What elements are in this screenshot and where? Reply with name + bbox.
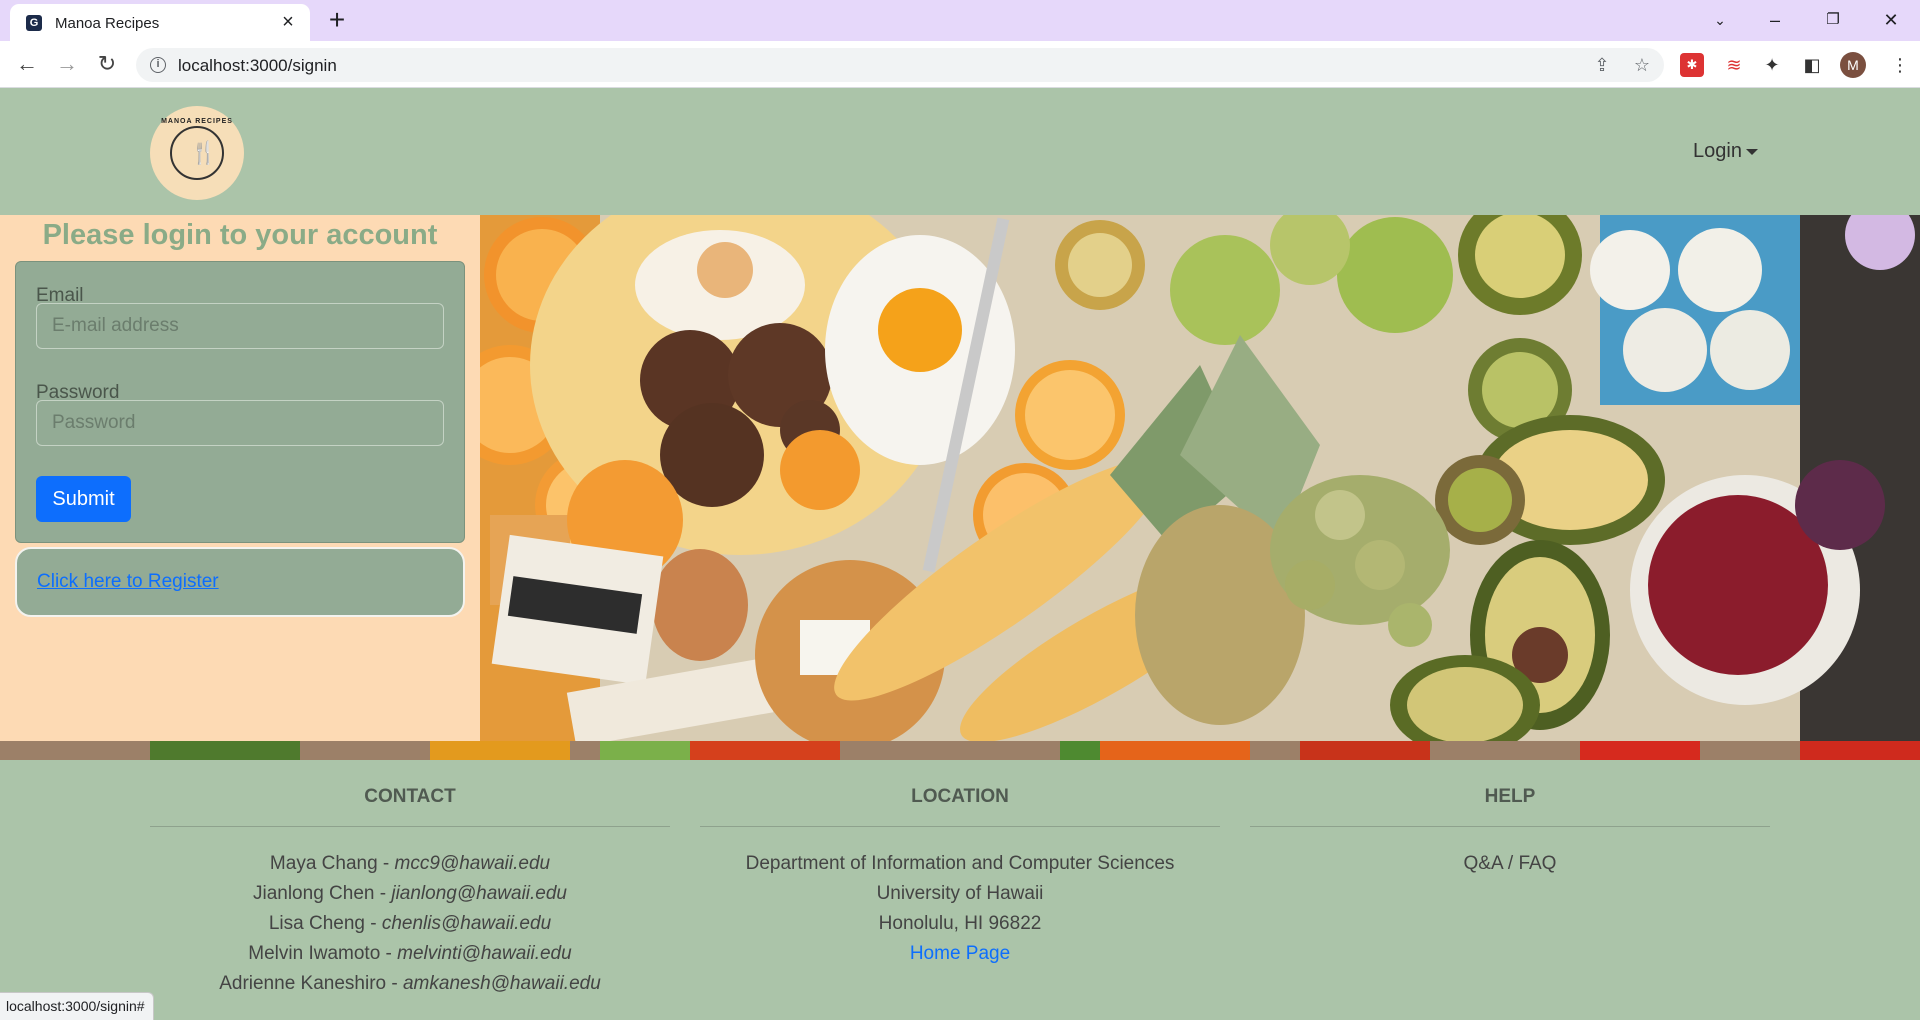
footer-contact: CONTACT Maya Chang - mcc9@hawaii.edu Jia… (150, 760, 670, 999)
contact-line: Lisa Cheng - chenlis@hawaii.edu (150, 909, 670, 939)
contact-email: melvinti@hawaii.edu (397, 943, 572, 964)
contact-name: Maya Chang - (269, 853, 395, 874)
location-line: Department of Information and Computer S… (745, 853, 1175, 874)
contact-email: amkanesh@hawaii.edu (402, 973, 601, 994)
divider (700, 826, 1220, 827)
site-favicon-icon: G (26, 15, 42, 31)
footer-location-heading: LOCATION (911, 786, 1009, 807)
contact-line: Jianlong Chen - jianlong@hawaii.edu (150, 879, 670, 909)
reload-icon[interactable]: ↻ (92, 49, 122, 79)
back-arrow-icon[interactable]: ← (12, 49, 42, 79)
contact-name: Adrienne Kaneshiro - (219, 973, 403, 994)
contact-email: chenlis@hawaii.edu (381, 913, 552, 934)
contact-name: Melvin Iwamoto - (248, 943, 398, 964)
extension-icon[interactable]: ✱ (1680, 53, 1704, 77)
site-logo[interactable]: MANOA RECIPES 🍴 (150, 106, 244, 200)
new-tab-button[interactable]: + (322, 6, 352, 36)
login-panel: Please login to your account Email E-mai… (0, 215, 480, 741)
restore-button[interactable]: ❐ (1815, 5, 1851, 35)
food-illustration (480, 215, 1920, 741)
minimize-button[interactable]: – (1757, 5, 1793, 35)
footer-contact-heading: CONTACT (364, 786, 456, 807)
caret-down-icon (1745, 148, 1758, 155)
vegetable-strip-image (0, 741, 1920, 760)
close-tab-icon[interactable]: × (276, 10, 300, 34)
logo-text: MANOA RECIPES (161, 118, 233, 125)
address-bar[interactable]: i localhost:3000/signin ⇪ ☆ (136, 48, 1664, 82)
contact-name: Jianlong Chen - (252, 883, 392, 904)
location-line: University of Hawaii (876, 883, 1044, 904)
login-dropdown[interactable]: Login (1693, 140, 1758, 163)
submit-button[interactable]: Submit (36, 476, 131, 522)
login-dropdown-label: Login (1693, 140, 1742, 162)
footer-help: HELP Q&A / FAQ (1250, 760, 1770, 879)
logo-emblem: 🍴 (170, 126, 224, 180)
menu-kebab-icon[interactable]: ⋮ (1888, 53, 1912, 77)
contact-line: Adrienne Kaneshiro - amkanesh@hawaii.edu (150, 969, 670, 999)
site-navbar: MANOA RECIPES 🍴 Login (0, 88, 1920, 215)
side-panel-icon[interactable]: ◧ (1800, 53, 1824, 77)
location-line: Honolulu, HI 96822 (878, 913, 1042, 934)
faq-link[interactable]: Q&A / FAQ (1250, 849, 1770, 879)
status-bar: localhost:3000/signin# (0, 992, 154, 1020)
profile-avatar[interactable]: M (1840, 52, 1866, 78)
vegetable-strip-art (0, 741, 1920, 760)
contact-email: jianlong@hawaii.edu (391, 883, 567, 904)
divider (150, 826, 670, 827)
browser-toolbar: ← → ↻ i localhost:3000/signin ⇪ ☆ ✱ ≋ ✦ … (0, 41, 1920, 88)
contact-name: Lisa Cheng - (268, 913, 382, 934)
fork-spoon-icon: 🍴 (190, 140, 218, 165)
email-field[interactable]: E-mail address (36, 303, 444, 349)
password-field[interactable]: Password (36, 400, 444, 446)
divider (1250, 826, 1770, 827)
site-info-icon[interactable]: i (150, 57, 166, 73)
site-footer: CONTACT Maya Chang - mcc9@hawaii.edu Jia… (0, 760, 1920, 1020)
contact-line: Melvin Iwamoto - melvinti@hawaii.edu (150, 939, 670, 969)
address-url[interactable]: localhost:3000/signin (178, 56, 337, 76)
page-content: MANOA RECIPES 🍴 Login Please login to yo… (0, 88, 1920, 1020)
home-page-link[interactable]: Home Page (700, 939, 1220, 969)
tab-title: Manoa Recipes (55, 15, 160, 32)
hero-food-image (480, 215, 1920, 741)
extensions-puzzle-icon[interactable]: ✦ (1760, 53, 1784, 77)
contact-email: mcc9@hawaii.edu (394, 853, 551, 874)
extension-icon[interactable]: ≋ (1722, 53, 1746, 77)
register-link[interactable]: Click here to Register (37, 571, 219, 593)
forward-arrow-icon[interactable]: → (52, 49, 82, 79)
browser-tab[interactable]: G Manoa Recipes × (10, 4, 310, 41)
login-form: Email E-mail address Password Password S… (15, 261, 465, 543)
footer-location: LOCATION Department of Information and C… (700, 760, 1220, 969)
contact-line: Maya Chang - mcc9@hawaii.edu (150, 849, 670, 879)
browser-tab-strip: G Manoa Recipes × + ⌄ – ❐ ✕ (0, 0, 1920, 41)
footer-help-heading: HELP (1484, 786, 1536, 807)
register-card: Click here to Register (15, 547, 465, 617)
tab-search-icon[interactable]: ⌄ (1702, 5, 1738, 35)
close-window-button[interactable]: ✕ (1873, 5, 1909, 35)
login-heading: Please login to your account (42, 219, 438, 251)
bookmark-star-icon[interactable]: ☆ (1630, 53, 1654, 77)
share-icon[interactable]: ⇪ (1590, 53, 1614, 77)
